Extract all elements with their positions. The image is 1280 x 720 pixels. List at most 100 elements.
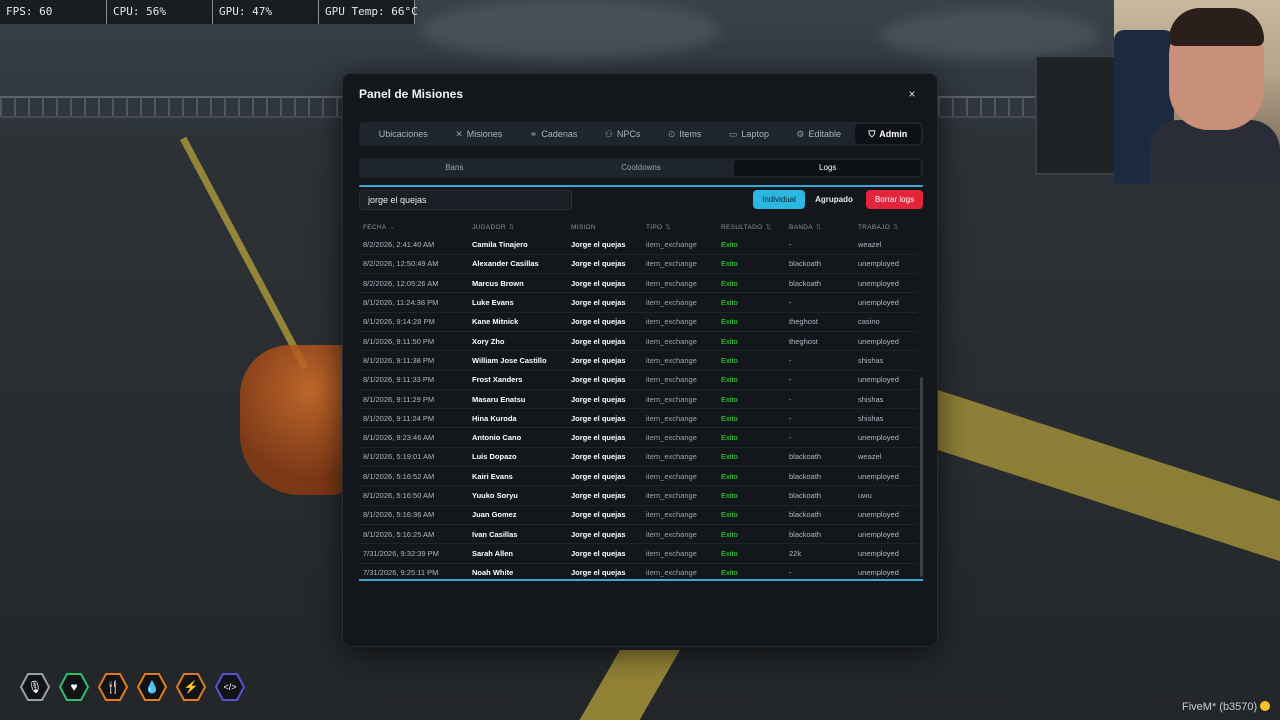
column-header-resultado[interactable]: RESULTADO ⇅ <box>717 219 785 235</box>
table-row[interactable]: 8/1/2026, 11:24:38 PM Luke Evans Jorge el … <box>359 292 917 313</box>
tab-admin[interactable]: ⛉ Admin <box>854 124 921 144</box>
search-input[interactable] <box>359 190 572 210</box>
column-label: JUGADOR <box>472 224 506 231</box>
table-row[interactable]: 7/31/2026, 9:25:11 PM Noah White Jorge el … <box>359 563 917 579</box>
table-row[interactable]: 8/1/2026, 9:11:29 PM Masaru Enatsu Jorge e… <box>359 389 917 410</box>
column-header-jugador[interactable]: JUGADOR ⇅ <box>468 219 567 235</box>
tab-laptop[interactable]: ▭ Laptop <box>715 124 783 144</box>
table-row[interactable]: 8/1/2026, 9:11:24 PM Hina Kuroda Jorge el … <box>359 408 917 429</box>
sort-icon: ⇅ <box>665 224 672 231</box>
tab-misiones[interactable]: ✕ Misiones <box>442 124 517 144</box>
table-row[interactable]: 8/1/2026, 9:14:28 PM Kane Mitnick Jorge el… <box>359 312 917 332</box>
cell-banda: blackoath <box>785 466 854 487</box>
cell-mision: Jorge el quejas <box>567 292 642 313</box>
cell-resultado: Exito <box>717 312 785 332</box>
column-header-tipo[interactable]: TIPO ⇅ <box>642 219 717 235</box>
column-header-fecha[interactable]: FECHA ⌄ <box>359 219 468 235</box>
subtab-bans[interactable]: Bans <box>361 160 548 176</box>
individual-button[interactable]: Individual <box>753 190 805 209</box>
column-header-mision[interactable]: MISION <box>567 219 642 235</box>
cell-trabajo: unemployed <box>854 505 917 525</box>
cell-resultado: Exito <box>717 466 785 487</box>
table-row[interactable]: 8/1/2026, 5:19:01 AM Luis Dopazo Jorge el … <box>359 447 917 468</box>
cell-jugador: Kairi Evans <box>468 466 567 487</box>
cell-jugador: Luis Dopazo <box>468 447 567 468</box>
mic-status: 🎙 <box>20 672 50 702</box>
tab-label: Editable <box>808 129 842 139</box>
cell-fecha: 8/1/2026, 9:14:28 PM <box>359 312 468 332</box>
column-header-trabajo[interactable]: TRABAJO ⇅ <box>854 219 917 235</box>
tab-label: Misiones <box>466 129 503 139</box>
fivem-build-text: FiveM* (b3570) <box>1182 701 1258 713</box>
table-row[interactable]: 8/1/2026, 5:16:25 AM Ivan Casillas Jorge e… <box>359 524 917 545</box>
cell-mision: Jorge el quejas <box>567 543 642 564</box>
cell-trabajo: unemployed <box>854 563 917 579</box>
cell-trabajo: shishas <box>854 350 917 371</box>
subtab-logs[interactable]: Logs <box>734 160 922 176</box>
mic-icon: 🎙 <box>27 680 43 694</box>
stamina-icon: ⚡ <box>183 680 199 694</box>
cell-mision: Jorge el quejas <box>567 312 642 332</box>
table-row[interactable]: 7/31/2026, 9:32:39 PM Sarah Allen Jorge el… <box>359 543 917 564</box>
table-row[interactable]: 8/1/2026, 9:23:46 AM Antonio Cano Jorge el… <box>359 427 917 448</box>
cell-mision: Jorge el quejas <box>567 273 642 294</box>
tab-cadenas[interactable]: ⚭ Cadenas <box>516 124 591 144</box>
cell-tipo: item_exchange <box>642 543 717 564</box>
table-row[interactable]: 8/1/2026, 5:16:50 AM Yuuko Soryu Jorge el … <box>359 485 917 506</box>
grouped-button[interactable]: Agrupado <box>809 190 859 209</box>
cell-tipo: item_exchange <box>642 563 717 579</box>
box-icon: ⊙ <box>667 128 676 139</box>
clear-logs-button[interactable]: Borrar logs <box>866 190 923 209</box>
cell-trabajo: shishas <box>854 389 917 410</box>
close-icon[interactable]: × <box>904 86 920 102</box>
panel-title: Panel de Misiones <box>359 87 464 101</box>
cell-tipo: item_exchange <box>642 505 717 525</box>
cell-jugador: Camila Tinajero <box>468 235 567 255</box>
heart-status: ♥ <box>59 672 89 702</box>
cell-mision: Jorge el quejas <box>567 389 642 410</box>
subtab-cooldowns[interactable]: Cooldowns <box>548 160 735 176</box>
perf-overlay: FPS: 60 CPU: 56% GPU: 47% GPU Temp: 66°C <box>0 0 418 24</box>
cell-jugador: Juan Gomez <box>468 505 567 525</box>
cell-banda: - <box>785 350 854 371</box>
cell-trabajo: unemployed <box>854 254 917 275</box>
table-row[interactable]: 8/2/2026, 12:50:49 AM Alexander Casillas J… <box>359 254 917 275</box>
table-bottom-divider <box>359 579 923 581</box>
cell-banda: - <box>785 563 854 579</box>
gpu-temp-readout: GPU Temp: 66°C <box>319 0 418 24</box>
tab-items[interactable]: ⊙ Items <box>654 124 715 144</box>
heart-icon: ♥ <box>70 680 78 694</box>
table-row[interactable]: 8/2/2026, 12:05:26 AM Marcus Brown Jorge e… <box>359 273 917 294</box>
table-scrollbar[interactable] <box>920 377 923 577</box>
food-icon: 🍴 <box>105 680 121 694</box>
cell-jugador: Hina Kuroda <box>468 408 567 429</box>
cell-mision: Jorge el quejas <box>567 254 642 275</box>
tab-ubicaciones[interactable]: Ubicaciones <box>361 124 442 144</box>
table-row[interactable]: 8/1/2026, 5:16:36 AM Juan Gomez Jorge el q… <box>359 505 917 525</box>
column-header-banda[interactable]: BANDA ⇅ <box>785 219 854 235</box>
cell-banda: blackoath <box>785 254 854 275</box>
swords-icon: ✕ <box>455 128 463 139</box>
cell-tipo: item_exchange <box>642 447 717 468</box>
laptop-icon: ▭ <box>728 128 738 139</box>
cell-jugador: Alexander Casillas <box>468 254 567 275</box>
column-label: RESULTADO <box>721 224 763 231</box>
background-cloud <box>880 10 1100 60</box>
table-row[interactable]: 8/1/2026, 9:11:38 PM William Jose Castill… <box>359 350 917 371</box>
cell-fecha: 8/1/2026, 5:16:50 AM <box>359 485 468 506</box>
cell-fecha: 8/1/2026, 9:11:33 PM <box>359 370 468 390</box>
cell-banda: - <box>785 408 854 429</box>
tab-label: Laptop <box>741 129 769 139</box>
tab-editable[interactable]: ⚙ Editable <box>783 124 855 144</box>
shield-icon: ⛉ <box>868 128 876 139</box>
sort-icon: ⇅ <box>508 224 515 231</box>
cell-mision: Jorge el quejas <box>567 505 642 525</box>
table-row[interactable]: 8/2/2026, 2:41:40 AM Camila Tinajero Jorge… <box>359 235 917 255</box>
cell-resultado: Exito <box>717 273 785 294</box>
tab-npcs[interactable]: ⚇ NPCs <box>591 124 654 144</box>
table-row[interactable]: 8/1/2026, 9:11:50 PM Xory Zho Jorge el que… <box>359 331 917 352</box>
cell-trabajo: weazel <box>854 235 917 255</box>
cell-fecha: 8/1/2026, 9:11:29 PM <box>359 389 468 410</box>
table-row[interactable]: 8/1/2026, 9:11:33 PM Frost Xanders Jorge e… <box>359 370 917 390</box>
table-row[interactable]: 8/1/2026, 5:16:52 AM Kairi Evans Jorge el … <box>359 466 917 487</box>
